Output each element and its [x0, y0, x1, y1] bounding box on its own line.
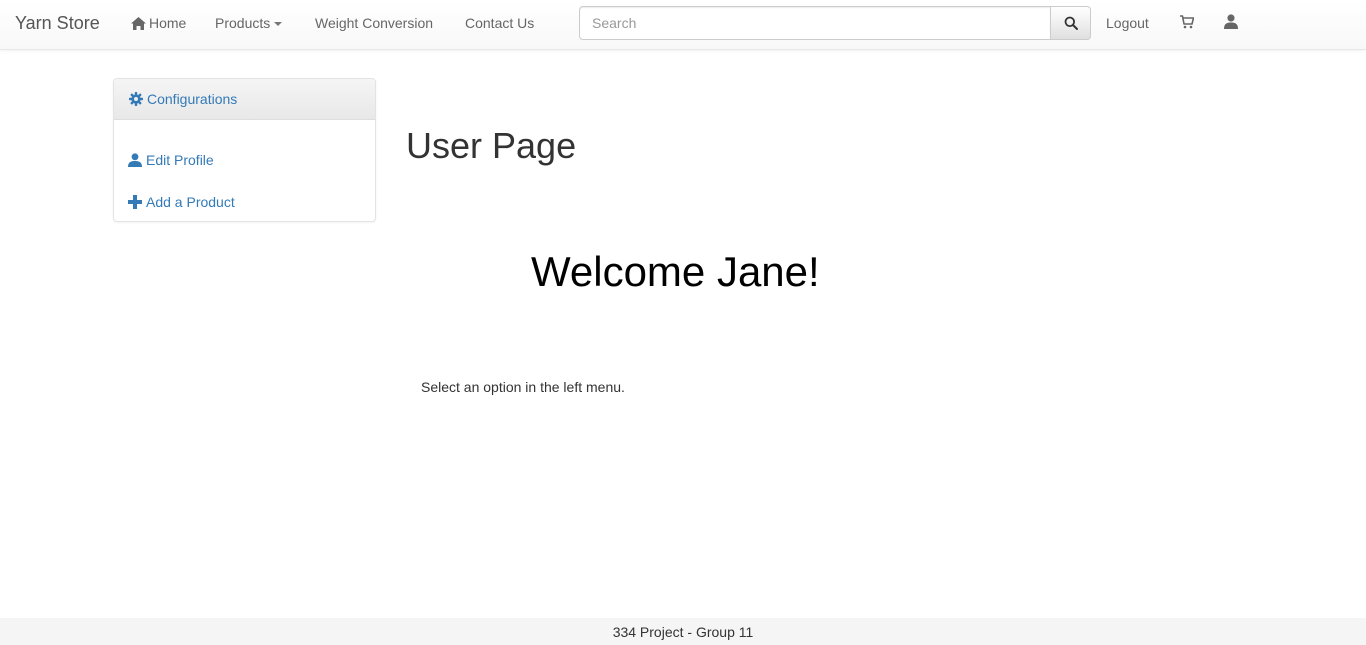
brand-link[interactable]: Yarn Store — [15, 13, 100, 33]
nav-products-label: Products — [215, 15, 271, 31]
sidebar-item-edit-profile[interactable]: Edit Profile — [128, 152, 214, 168]
user-icon — [128, 153, 142, 167]
sidebar-panel: Configurations Edit Profile Add a Produc… — [113, 78, 376, 222]
home-icon — [131, 16, 146, 30]
sidebar-item-label: Edit Profile — [146, 152, 214, 168]
search-form — [579, 6, 1091, 40]
search-input[interactable] — [579, 6, 1051, 40]
top-navbar: Yarn Store Home Products Weight Conversi… — [0, 0, 1366, 50]
sidebar-heading-label: Configurations — [147, 91, 238, 107]
sidebar-item-add-product[interactable]: Add a Product — [128, 194, 235, 210]
instruction-text: Select an option in the left menu. — [421, 379, 625, 395]
welcome-message: Welcome Jane! — [531, 248, 820, 295]
nav-contact-us[interactable]: Contact Us — [465, 15, 534, 31]
nav-home-label: Home — [149, 15, 187, 31]
logout-link[interactable]: Logout — [1106, 15, 1149, 31]
sidebar-item-label: Add a Product — [146, 194, 235, 210]
nav-products-dropdown[interactable]: Products — [215, 15, 283, 31]
gear-icon — [129, 92, 143, 106]
plus-icon — [128, 195, 142, 209]
footer: 334 Project - Group 11 — [0, 618, 1366, 645]
chevron-down-icon — [274, 22, 283, 26]
nav-home[interactable]: Home — [131, 15, 186, 31]
sidebar-heading-configurations[interactable]: Configurations — [114, 79, 375, 120]
search-icon — [1064, 16, 1078, 30]
shopping-cart-icon[interactable] — [1180, 15, 1194, 29]
page-title: User Page — [406, 125, 577, 166]
search-button[interactable] — [1051, 6, 1091, 40]
footer-text: 334 Project - Group 11 — [612, 623, 754, 640]
user-icon[interactable] — [1224, 14, 1238, 29]
nav-weight-conversion[interactable]: Weight Conversion — [315, 15, 433, 31]
